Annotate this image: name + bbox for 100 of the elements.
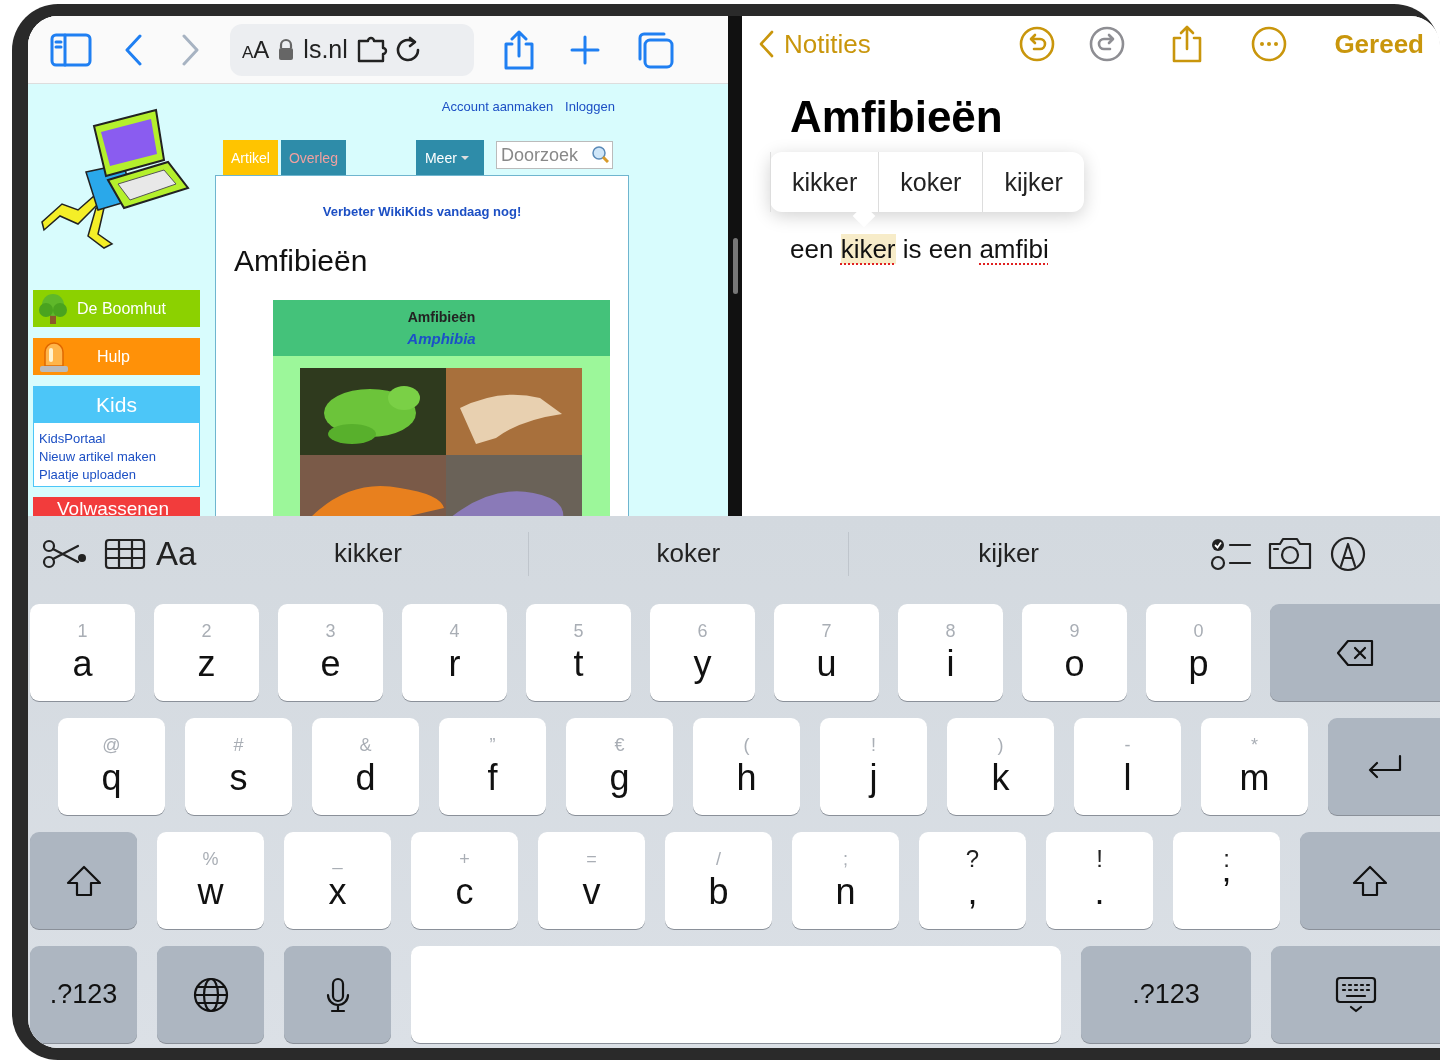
search-icon <box>591 146 609 163</box>
sidebar-link[interactable]: KidsPortaal <box>39 431 194 446</box>
sidebar-link[interactable]: Plaatje uploaden <box>39 467 194 482</box>
more-icon <box>1250 26 1287 62</box>
key[interactable]: : ’ <box>1173 832 1280 929</box>
key[interactable]: ! j <box>820 718 927 815</box>
infobox-subtitle: Amphibia <box>407 330 476 347</box>
suggestion-option[interactable]: kikker <box>770 152 879 212</box>
chevron-right-icon <box>180 33 200 66</box>
table-icon <box>104 537 146 570</box>
key[interactable]: / b <box>665 832 772 929</box>
address-bar[interactable]: AA ls.nl <box>230 23 474 76</box>
camera-icon <box>1268 536 1313 571</box>
markup-button[interactable] <box>1330 535 1367 572</box>
tabs-button[interactable] <box>636 30 674 69</box>
text-size-button[interactable]: AA <box>242 35 270 64</box>
hide-keyboard-key[interactable] <box>1271 946 1440 1043</box>
redo-icon <box>1088 26 1125 62</box>
new-tab-button[interactable] <box>570 34 600 65</box>
key[interactable]: @ q <box>58 718 165 815</box>
share-button[interactable] <box>502 29 536 70</box>
sidebar-button[interactable] <box>50 32 92 67</box>
split-handle[interactable] <box>732 238 738 294</box>
key[interactable]: ; n <box>792 832 899 929</box>
key[interactable]: 7 u <box>774 604 879 701</box>
caret-icon <box>460 155 469 160</box>
suggestion-option[interactable]: koker <box>878 152 983 212</box>
shift-icon <box>65 864 102 897</box>
more-button[interactable] <box>1250 26 1287 62</box>
suggestion[interactable]: kijker <box>848 531 1169 576</box>
scissors-icon <box>42 537 88 570</box>
return-icon <box>1366 753 1402 780</box>
extension-icon <box>355 35 388 64</box>
key[interactable]: _ x <box>284 832 391 929</box>
key[interactable]: 0 p <box>1146 604 1251 701</box>
sidebar-link[interactable]: Nieuw artikel maken <box>39 449 194 464</box>
numbers-key[interactable]: .?123 <box>30 946 137 1043</box>
checklist-button[interactable] <box>1210 536 1253 571</box>
key[interactable]: 5 t <box>526 604 631 701</box>
shift-icon <box>1352 864 1388 897</box>
key[interactable]: = v <box>538 832 645 929</box>
panel-heading: Kids <box>34 387 199 423</box>
numbers-key[interactable]: .?123 <box>1081 946 1251 1043</box>
key[interactable]: + c <box>411 832 518 929</box>
account-link[interactable]: Account aanmaken <box>441 99 554 140</box>
format-button[interactable]: Aa <box>156 534 197 573</box>
key[interactable]: # s <box>185 718 292 815</box>
globe-icon <box>192 976 229 1013</box>
suggestion[interactable]: koker <box>527 531 849 576</box>
share-icon <box>502 29 536 70</box>
note-text: een kiker is een amfibi <box>790 234 1049 265</box>
suggestion[interactable]: kikker <box>208 531 528 576</box>
pen-icon <box>1330 535 1367 572</box>
key[interactable]: 2 z <box>154 604 259 701</box>
plus-icon <box>570 34 600 65</box>
globe-key[interactable] <box>157 946 264 1043</box>
search-field[interactable]: Doorzoek <box>495 141 613 169</box>
key[interactable]: 6 y <box>650 604 755 701</box>
share-button[interactable] <box>1170 25 1203 63</box>
key[interactable]: 9 o <box>1022 604 1127 701</box>
chevron-left-icon <box>124 33 144 66</box>
microphone-icon <box>324 976 351 1013</box>
scissors-button[interactable] <box>42 537 88 570</box>
address-text: ls.nl <box>303 35 348 64</box>
delete-icon <box>1336 638 1374 667</box>
key[interactable]: % w <box>157 832 264 929</box>
account-link[interactable]: Inloggen <box>565 99 615 140</box>
camera-button[interactable] <box>1268 536 1313 571</box>
sidebar-icon <box>50 32 92 67</box>
checklist-icon <box>1210 536 1253 571</box>
suggestion-option[interactable]: kijker <box>982 152 1084 212</box>
key[interactable]: 4 r <box>402 604 507 701</box>
share-icon <box>1170 25 1203 63</box>
lock-icon <box>277 38 296 61</box>
key[interactable]: ) k <box>947 718 1054 815</box>
key[interactable]: 1 a <box>30 604 135 701</box>
mic-key[interactable] <box>284 946 391 1043</box>
key[interactable]: & d <box>312 718 419 815</box>
chevron-left-icon <box>758 30 776 58</box>
key[interactable]: ! . <box>1046 832 1153 929</box>
sidebar-link[interactable]: Volwassenen <box>33 497 200 516</box>
key[interactable]: - l <box>1074 718 1181 815</box>
key[interactable]: € g <box>566 718 673 815</box>
undo-icon <box>1018 26 1055 62</box>
more-menu[interactable]: Meer <box>415 140 484 175</box>
infobox-title: Amfibieën <box>407 309 476 325</box>
undo-button[interactable] <box>1018 26 1055 62</box>
key[interactable]: 3 e <box>278 604 383 701</box>
key[interactable]: ( h <box>693 718 800 815</box>
back-button[interactable] <box>124 33 144 66</box>
key[interactable]: * m <box>1201 718 1308 815</box>
tabs-icon <box>636 30 674 69</box>
key[interactable]: 8 i <box>898 604 1003 701</box>
tree-icon <box>37 292 69 325</box>
notice-link[interactable]: Verbeter WikiKids vandaag nog! <box>322 204 522 219</box>
page-heading: Amfibieën <box>234 244 369 278</box>
key[interactable]: ? , <box>919 832 1026 929</box>
table-button[interactable] <box>104 537 146 570</box>
key[interactable]: ” f <box>439 718 546 815</box>
keyboard-icon <box>1334 976 1377 1013</box>
